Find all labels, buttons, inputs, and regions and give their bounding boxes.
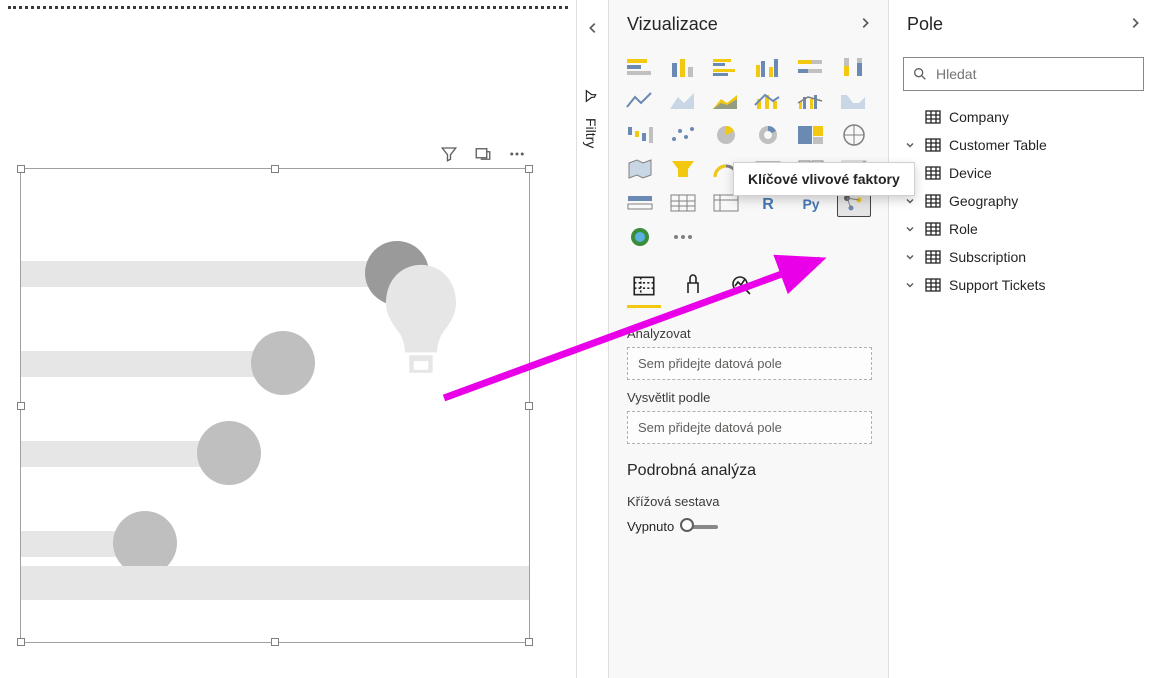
key-influencers-placeholder [21, 229, 529, 612]
table-name: Customer Table [949, 137, 1047, 153]
viz-area-chart-icon[interactable] [666, 87, 700, 115]
table-row[interactable]: Subscription [897, 243, 1150, 271]
table-row[interactable]: Role [897, 215, 1150, 243]
resize-handle[interactable] [17, 165, 25, 173]
viz-stacked-bar-icon[interactable] [623, 53, 657, 81]
resize-handle[interactable] [525, 638, 533, 646]
analyze-well-label: Analyzovat [627, 326, 872, 341]
visual-toolbar [440, 145, 526, 163]
table-icon [925, 110, 941, 124]
collapse-pane-button[interactable] [577, 0, 608, 56]
viz-more-visuals-icon[interactable] [666, 223, 700, 251]
drillthrough-section: Podrobná analýza Křížová sestava Vypnuto [609, 444, 888, 534]
fields-tab[interactable] [631, 273, 657, 302]
table-row[interactable]: Customer Table [897, 131, 1150, 159]
filters-pane-collapsed[interactable]: Filtry [577, 56, 599, 148]
fields-pane: Pole Company Customer Table Device Geograph… [888, 0, 1158, 678]
cross-report-label: Křížová sestava [627, 494, 872, 509]
filter-icon[interactable] [440, 145, 458, 163]
viz-scatter-icon[interactable] [666, 121, 700, 149]
viz-treemap-icon[interactable] [794, 121, 828, 149]
viz-arcgis-icon[interactable] [623, 223, 657, 251]
pane-collapse-strip: Filtry [576, 0, 608, 678]
table-name: Company [949, 109, 1009, 125]
collapse-visualizations-button[interactable] [858, 14, 872, 35]
svg-text:Py: Py [803, 196, 820, 212]
report-canvas[interactable] [0, 0, 576, 678]
table-icon [925, 138, 941, 152]
focus-mode-icon[interactable] [474, 145, 492, 163]
filters-pane-label: Filtry [583, 118, 599, 148]
table-row[interactable]: Company [897, 103, 1150, 131]
viz-slicer-icon[interactable] [623, 189, 657, 217]
cross-report-toggle[interactable]: Vypnuto [627, 519, 718, 534]
table-row[interactable]: Geography [897, 187, 1150, 215]
field-wells: Analyzovat Sem přidejte datová pole Vysv… [609, 306, 888, 444]
format-tab[interactable] [681, 273, 705, 302]
viz-line-clustered-column-icon[interactable] [794, 87, 828, 115]
viz-filled-map-icon[interactable] [623, 155, 657, 183]
canvas-top-border [8, 6, 568, 9]
fields-pane-title: Pole [907, 14, 943, 35]
resize-handle[interactable] [271, 165, 279, 173]
table-name: Subscription [949, 249, 1026, 265]
table-row[interactable]: Support Tickets [897, 271, 1150, 299]
chevron-down-icon [903, 222, 917, 236]
table-icon [925, 166, 941, 180]
viz-tooltip: Klíčové vlivové faktory [733, 162, 915, 196]
chevron-down-icon [903, 250, 917, 264]
resize-handle[interactable] [525, 165, 533, 173]
chevron-down-icon [903, 278, 917, 292]
table-name: Role [949, 221, 978, 237]
analytics-tab[interactable] [729, 273, 753, 302]
explain-by-drop-well[interactable]: Sem přidejte datová pole [627, 411, 872, 444]
viz-stacked-area-icon[interactable] [709, 87, 743, 115]
table-icon [925, 194, 941, 208]
viz-funnel-icon[interactable] [666, 155, 700, 183]
visual-selection-frame[interactable] [20, 168, 530, 643]
chevron-down-icon [903, 110, 917, 124]
table-icon [925, 278, 941, 292]
table-icon [925, 250, 941, 264]
viz-table-icon[interactable] [666, 189, 700, 217]
table-icon [925, 222, 941, 236]
svg-text:R: R [763, 196, 775, 213]
resize-handle[interactable] [17, 638, 25, 646]
collapse-fields-button[interactable] [1128, 14, 1142, 35]
viz-clustered-bar-icon[interactable] [709, 53, 743, 81]
table-name: Device [949, 165, 992, 181]
table-name: Geography [949, 193, 1018, 209]
explain-by-well-label: Vysvětlit podle [627, 390, 872, 405]
visualization-gallery: 123 R Py [609, 49, 888, 259]
chevron-down-icon [903, 138, 917, 152]
viz-waterfall-icon[interactable] [623, 121, 657, 149]
search-input[interactable] [936, 66, 1135, 82]
visualizations-pane-title: Vizualizace [627, 14, 718, 35]
analyze-drop-well[interactable]: Sem přidejte datová pole [627, 347, 872, 380]
chevron-down-icon [903, 194, 917, 208]
visualizations-pane: Vizualizace 123 [608, 0, 888, 678]
viz-stacked-column-icon[interactable] [666, 53, 700, 81]
viz-clustered-column-icon[interactable] [751, 53, 785, 81]
viz-donut-icon[interactable] [751, 121, 785, 149]
viz-subtabs [609, 259, 888, 306]
table-row[interactable]: Device [897, 159, 1150, 187]
drillthrough-heading: Podrobná analýza [627, 462, 872, 480]
search-icon [912, 66, 928, 82]
viz-map-icon[interactable] [837, 121, 871, 149]
viz-pie-icon[interactable] [709, 121, 743, 149]
table-name: Support Tickets [949, 277, 1046, 293]
resize-handle[interactable] [271, 638, 279, 646]
viz-line-column-icon[interactable] [751, 87, 785, 115]
viz-line-chart-icon[interactable] [623, 87, 657, 115]
tables-list: Company Customer Table Device Geography Role… [889, 101, 1158, 301]
viz-100-stacked-column-icon[interactable] [837, 53, 871, 81]
more-options-icon[interactable] [508, 145, 526, 163]
viz-100-stacked-bar-icon[interactable] [794, 53, 828, 81]
viz-ribbon-chart-icon[interactable] [837, 87, 871, 115]
fields-search-box[interactable] [903, 57, 1144, 91]
toggle-state-label: Vypnuto [627, 519, 674, 534]
